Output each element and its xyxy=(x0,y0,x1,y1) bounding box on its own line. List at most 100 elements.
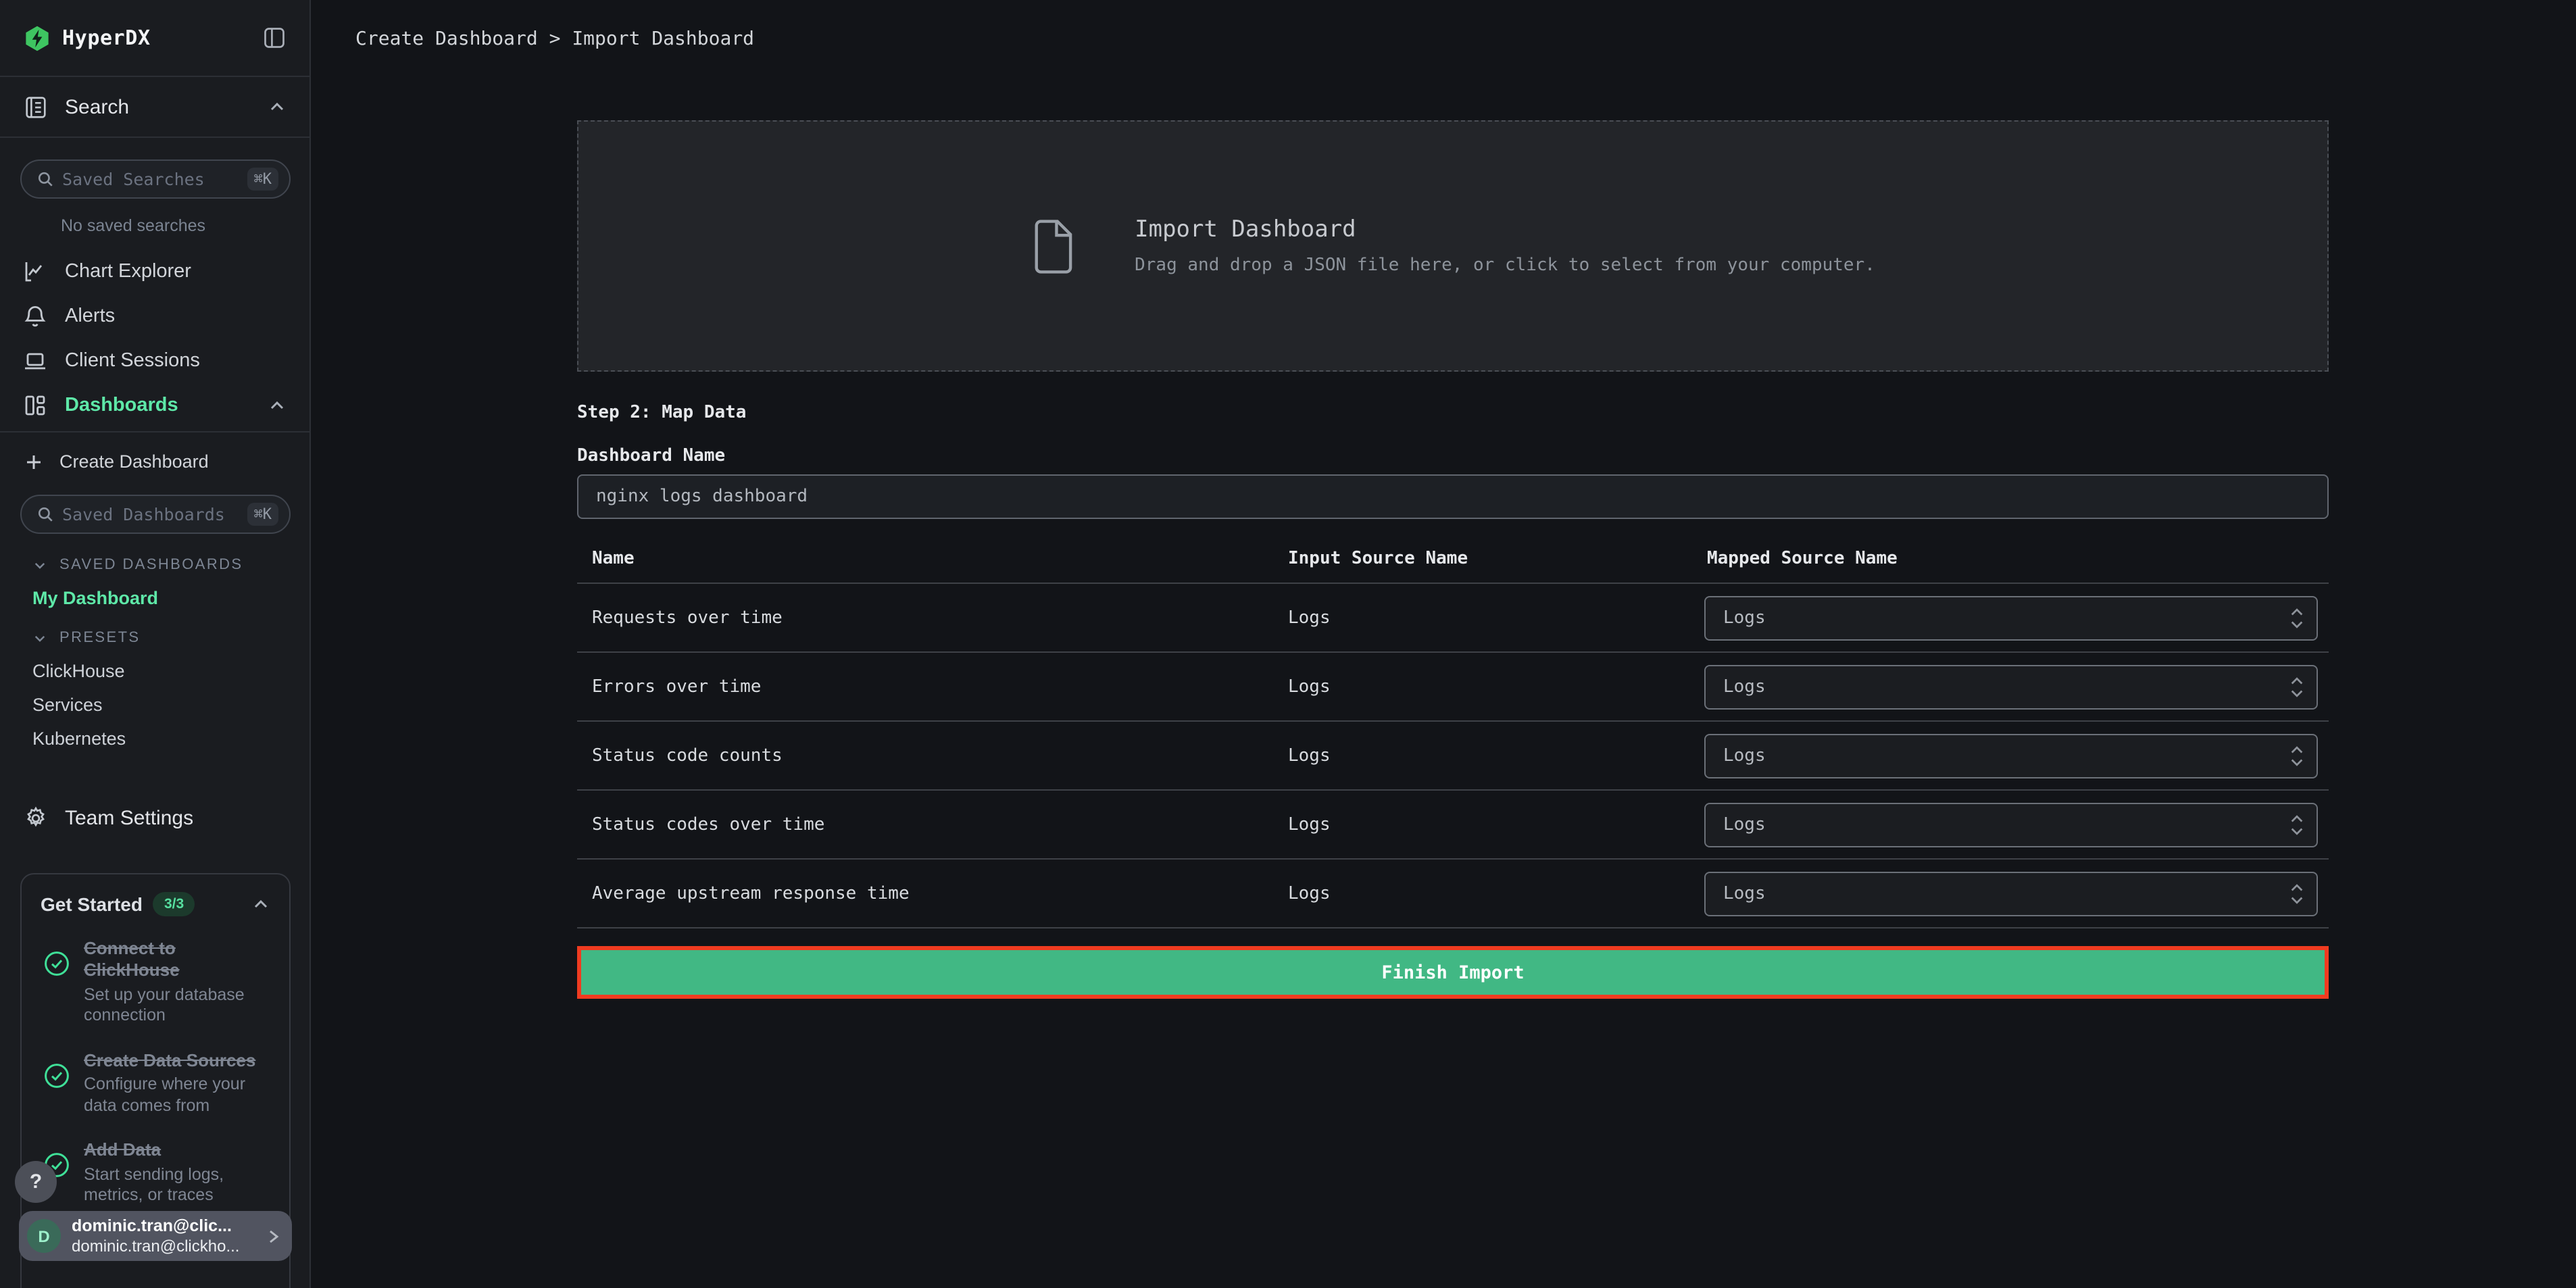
get-started-item-desc: Configure where your data comes from xyxy=(84,1074,270,1117)
sidebar-item-label: Dashboards xyxy=(65,394,268,416)
sidebar-item-label: Client Sessions xyxy=(65,349,287,371)
column-header-name: Name xyxy=(577,549,1288,569)
finish-import-button[interactable]: Finish Import xyxy=(577,946,2329,999)
mapped-source-select[interactable]: Logs xyxy=(1704,595,2318,640)
sidebar-item-dashboards[interactable]: Dashboards xyxy=(0,382,309,427)
sidebar-item-chart-explorer[interactable]: Chart Explorer xyxy=(0,249,309,293)
gear-icon xyxy=(23,806,49,831)
sidebar-item-label: Alerts xyxy=(65,305,287,326)
sidebar-item-alerts[interactable]: Alerts xyxy=(0,293,309,338)
step-label: Step 2: Map Data xyxy=(577,403,2329,423)
mapped-source-select[interactable]: Logs xyxy=(1704,664,2318,709)
shortcut-badge: ⌘K xyxy=(247,168,279,191)
select-chevrons-icon xyxy=(2289,813,2304,836)
group-saved-dashboards[interactable]: SAVED DASHBOARDS xyxy=(0,549,309,581)
create-dashboard-button[interactable]: Create Dashboard xyxy=(0,439,309,484)
tile-name: Requests over time xyxy=(577,608,1288,628)
get-started-item-connect[interactable]: Connect to ClickHouse Set up your databa… xyxy=(41,938,270,1027)
user-name: dominic.tran@clic... xyxy=(72,1216,265,1237)
sidebar-item-services[interactable]: Services xyxy=(0,688,309,722)
breadcrumb-create-dashboard[interactable]: Create Dashboard xyxy=(355,28,538,50)
tile-name: Errors over time xyxy=(577,676,1288,697)
dashboard-name-label: Dashboard Name xyxy=(577,446,2329,466)
no-saved-searches-text: No saved searches xyxy=(61,216,309,235)
select-chevrons-icon xyxy=(2289,606,2304,629)
get-started-header[interactable]: Get Started 3/3 xyxy=(41,892,270,916)
tile-name: Status codes over time xyxy=(577,814,1288,835)
sidebar: HyperDX Search ⌘K No saved searches xyxy=(0,0,311,1288)
chevron-up-icon xyxy=(251,895,270,914)
mapped-source-select[interactable]: Logs xyxy=(1704,733,2318,778)
dropzone-title: Import Dashboard xyxy=(1135,216,1875,243)
check-circle-icon xyxy=(43,950,70,977)
input-source-value: Logs xyxy=(1288,745,1704,766)
chevron-up-icon xyxy=(268,395,287,414)
chevron-up-icon xyxy=(268,97,287,116)
mapped-source-select[interactable]: Logs xyxy=(1704,802,2318,847)
select-chevrons-icon xyxy=(2289,744,2304,767)
progress-badge: 3/3 xyxy=(153,892,195,916)
breadcrumb-separator: > xyxy=(549,28,572,50)
input-source-value: Logs xyxy=(1288,883,1704,903)
chevron-down-icon xyxy=(32,558,47,572)
selected-value: Logs xyxy=(1723,814,2289,835)
get-started-item-title: Create Data Sources xyxy=(84,1050,270,1072)
get-started-item-add-data[interactable]: Add Data Start sending logs, metrics, or… xyxy=(41,1140,270,1207)
search-section-icon xyxy=(23,94,49,120)
sidebar-item-label: Chart Explorer xyxy=(65,260,287,282)
user-email: dominic.tran@clickho... xyxy=(72,1237,265,1256)
selected-value: Logs xyxy=(1723,883,2289,903)
check-circle-icon xyxy=(43,1062,70,1089)
user-menu[interactable]: D dominic.tran@clic... dominic.tran@clic… xyxy=(19,1211,292,1261)
search-section-label: Search xyxy=(65,95,268,118)
sidebar-item-team-settings[interactable]: Team Settings xyxy=(0,796,309,841)
search-icon xyxy=(36,170,54,188)
sidebar-item-client-sessions[interactable]: Client Sessions xyxy=(0,338,309,382)
plus-icon xyxy=(24,452,43,471)
selected-value: Logs xyxy=(1723,676,2289,697)
get-started-item-desc: Set up your database connection xyxy=(84,985,270,1027)
get-started-title: Get Started xyxy=(41,893,143,915)
group-label: SAVED DASHBOARDS xyxy=(59,557,243,573)
import-dropzone[interactable]: Import Dashboard Drag and drop a JSON fi… xyxy=(577,120,2329,372)
saved-dashboards-input-wrap: ⌘K xyxy=(20,495,291,534)
search-icon xyxy=(36,505,54,523)
mapped-source-select[interactable]: Logs xyxy=(1704,871,2318,916)
chevron-right-icon xyxy=(265,1228,281,1244)
shortcut-badge: ⌘K xyxy=(247,503,279,526)
sidebar-section-search[interactable]: Search xyxy=(0,77,309,138)
column-header-mapped-source: Mapped Source Name xyxy=(1704,549,2329,569)
sidebar-collapse-icon[interactable] xyxy=(262,26,287,50)
main-area: Create Dashboard > Import Dashboard Impo… xyxy=(311,0,2576,1288)
input-source-value: Logs xyxy=(1288,676,1704,697)
breadcrumb: Create Dashboard > Import Dashboard xyxy=(355,28,2576,50)
group-label: PRESETS xyxy=(59,630,141,646)
selected-value: Logs xyxy=(1723,745,2289,766)
app-title: HyperDX xyxy=(62,26,262,50)
sidebar-item-my-dashboard[interactable]: My Dashboard xyxy=(0,581,309,615)
select-chevrons-icon xyxy=(2289,882,2304,905)
dashboard-name-input[interactable] xyxy=(577,474,2329,519)
table-row: Errors over time Logs Logs xyxy=(577,653,2329,722)
avatar: D xyxy=(27,1219,61,1253)
input-source-value: Logs xyxy=(1288,814,1704,835)
sidebar-item-kubernetes[interactable]: Kubernetes xyxy=(0,722,309,756)
help-button[interactable]: ? xyxy=(15,1161,57,1203)
column-header-input-source: Input Source Name xyxy=(1288,549,1704,569)
table-header-row: Name Input Source Name Mapped Source Nam… xyxy=(577,535,2329,584)
selected-value: Logs xyxy=(1723,608,2289,628)
input-source-value: Logs xyxy=(1288,608,1704,628)
create-dashboard-label: Create Dashboard xyxy=(59,451,209,472)
sidebar-item-clickhouse[interactable]: ClickHouse xyxy=(0,654,309,688)
group-presets[interactable]: PRESETS xyxy=(0,622,309,654)
table-row: Status codes over time Logs Logs xyxy=(577,791,2329,860)
tile-name: Average upstream response time xyxy=(577,883,1288,903)
logo-row: HyperDX xyxy=(0,0,309,77)
saved-dashboards-input[interactable] xyxy=(54,504,247,524)
laptop-icon xyxy=(23,348,47,372)
saved-searches-input[interactable] xyxy=(54,169,247,189)
get-started-item-sources[interactable]: Create Data Sources Configure where your… xyxy=(41,1050,270,1117)
bell-icon xyxy=(23,303,47,328)
app-window: HyperDX Search ⌘K No saved searches xyxy=(0,0,2576,1288)
dropzone-subtitle: Drag and drop a JSON file here, or click… xyxy=(1135,255,1875,276)
